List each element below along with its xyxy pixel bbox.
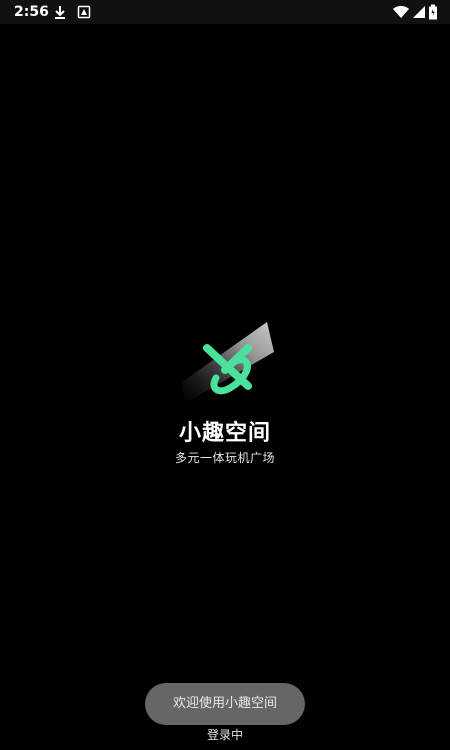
logo-container	[172, 322, 280, 404]
login-status-text: 登录中	[206, 728, 243, 742]
app-subtitle: 多元一体玩机广场	[174, 451, 275, 465]
signal-icon	[413, 6, 425, 18]
welcome-toast: 欢迎使用小趣空间	[145, 683, 305, 725]
welcome-toast-text: 欢迎使用小趣空间	[172, 696, 277, 711]
status-time: 2:56	[14, 4, 49, 20]
app-title: 小趣空间	[178, 421, 271, 446]
status-bar: 2:56	[0, 0, 450, 24]
wifi-icon	[393, 6, 409, 18]
battery-icon	[429, 4, 437, 20]
app-logo-icon	[182, 322, 274, 404]
download-icon	[55, 6, 65, 19]
app-notification-icon	[77, 5, 91, 19]
brand-block: 小趣空间 多元一体玩机广场	[0, 320, 450, 470]
